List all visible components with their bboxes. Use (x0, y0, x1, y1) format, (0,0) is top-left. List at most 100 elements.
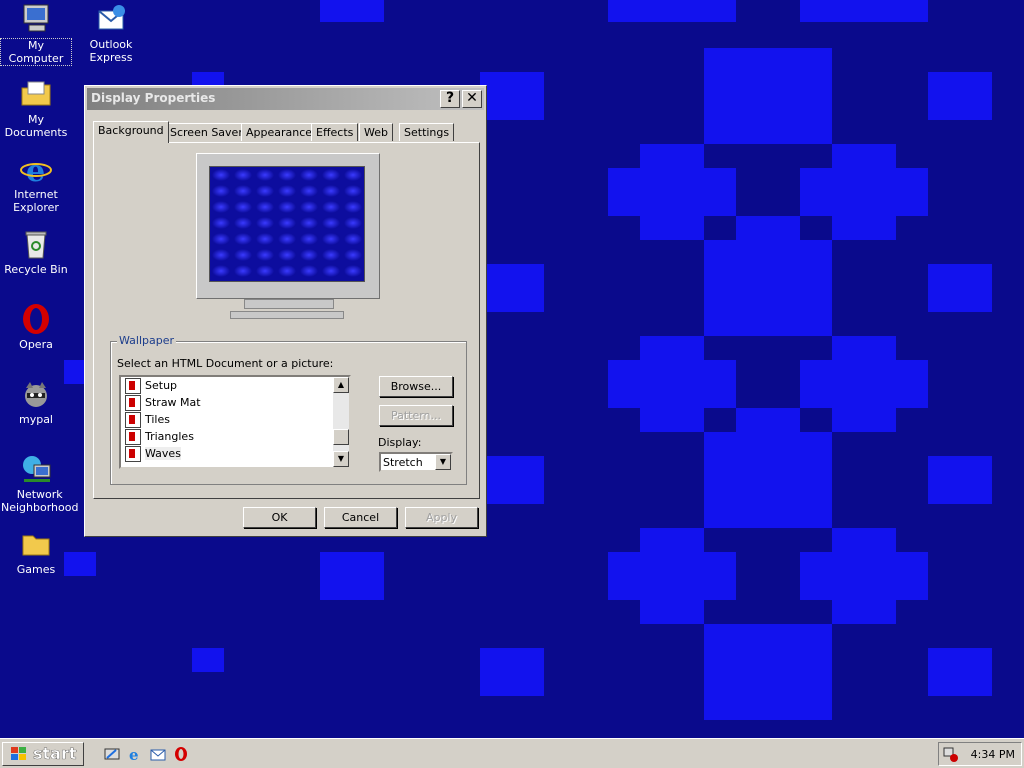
svg-text:e: e (129, 746, 139, 762)
show-desktop-icon[interactable] (104, 746, 120, 762)
start-button[interactable]: start (2, 742, 84, 766)
desktop-icon-label: Outlook Express (89, 38, 133, 64)
desktop-icon-label: Games (16, 563, 56, 576)
display-label: Display: (378, 436, 422, 449)
desktop-icon-my-computer[interactable]: My Computer (0, 3, 72, 66)
list-item[interactable]: Straw Mat (121, 394, 349, 411)
start-label: start (33, 744, 77, 763)
tab-effects[interactable]: Effects (311, 123, 359, 141)
opera-icon (20, 303, 52, 335)
wallpaper-preview (209, 166, 365, 282)
wallpaper-block (320, 552, 384, 600)
tab-appearance[interactable]: Appearance (241, 123, 318, 141)
monitor-preview (196, 153, 380, 319)
raccoon-icon (20, 378, 52, 410)
scroll-down-icon[interactable]: ▼ (333, 451, 349, 467)
desktop-icon-label: Opera (19, 338, 53, 351)
desktop-icon-label: Recycle Bin (4, 263, 68, 276)
list-item-selected[interactable]: Waves (121, 445, 349, 462)
windows-flag-icon (11, 747, 26, 760)
wallpaper-listbox[interactable]: Setup Straw Mat Tiles Triangles Waves ▲ … (119, 375, 351, 469)
desktop-icon-label: Internet Explorer (13, 188, 59, 214)
html-document-icon (125, 446, 141, 462)
wallpaper-block (608, 552, 736, 600)
html-document-icon (125, 378, 141, 394)
wallpaper-block (608, 360, 736, 408)
desktop-icon-internet-explorer[interactable]: e Internet Explorer (0, 153, 72, 214)
svg-text:e: e (26, 154, 45, 185)
desktop-icon-mypal[interactable]: mypal (0, 378, 72, 426)
wallpaper-block (928, 72, 992, 120)
desktop-icon-label: My Computer (0, 38, 72, 66)
desktop-icon-opera[interactable]: Opera (0, 303, 72, 351)
opera-icon[interactable] (173, 746, 189, 762)
desktop-icon-recycle-bin[interactable]: Recycle Bin (0, 228, 72, 276)
desktop-icon-my-documents[interactable]: My Documents (0, 78, 72, 139)
display-dropdown[interactable]: Stretch ▼ (379, 452, 453, 472)
desktop-icon-label: mypal (18, 413, 53, 426)
desktop-icon-games[interactable]: Games (0, 528, 72, 576)
display-dropdown-value: Stretch (383, 456, 423, 469)
vertical-scrollbar[interactable]: ▲ ▼ (333, 377, 349, 467)
html-document-icon (125, 395, 141, 411)
tab-web[interactable]: Web (359, 123, 393, 141)
wallpaper-block (704, 432, 832, 528)
cancel-button[interactable]: Cancel (324, 507, 397, 528)
recycle-bin-icon (20, 228, 52, 260)
pattern-button[interactable]: Pattern... (379, 405, 453, 426)
wallpaper-group-label: Wallpaper (117, 334, 177, 347)
html-document-icon (125, 412, 141, 428)
internet-explorer-icon: e (20, 153, 52, 189)
computer-icon (20, 3, 52, 35)
wallpaper-block (832, 336, 896, 432)
select-wallpaper-label: Select an HTML Document or a picture: (117, 357, 334, 370)
wallpaper-block (480, 456, 544, 504)
waves-preview-pattern (210, 167, 364, 281)
wallpaper-block (832, 528, 896, 624)
folder-icon (20, 528, 52, 560)
wallpaper-block (928, 264, 992, 312)
ie-icon[interactable]: e (127, 746, 143, 762)
wallpaper-block (736, 408, 800, 432)
taskbar: start e 4:34 PM (0, 738, 1024, 768)
ok-button[interactable]: OK (243, 507, 316, 528)
list-item[interactable]: Triangles (121, 428, 349, 445)
browse-button[interactable]: Browse... (379, 376, 453, 397)
desktop-icon-outlook-express[interactable]: Outlook Express (75, 3, 147, 64)
tab-settings[interactable]: Settings (399, 123, 455, 141)
wallpaper-block (736, 216, 800, 240)
scroll-thumb[interactable] (333, 429, 349, 445)
monitor-base (230, 311, 344, 319)
system-tray: 4:34 PM (938, 742, 1022, 766)
wallpaper-block (480, 72, 544, 120)
list-item[interactable]: Tiles (121, 411, 349, 428)
wallpaper-block (928, 648, 992, 696)
wallpaper-block (832, 144, 896, 240)
list-item[interactable]: Setup (121, 377, 349, 394)
wallpaper-block (320, 0, 384, 22)
tab-background[interactable]: Background (93, 121, 169, 143)
wallpaper-block (608, 0, 736, 22)
chevron-down-icon[interactable]: ▼ (435, 454, 451, 470)
wallpaper-block (704, 240, 832, 336)
monitor-stand (244, 299, 334, 309)
close-button[interactable]: ✕ (462, 90, 482, 108)
help-button[interactable]: ? (440, 90, 460, 108)
tab-screen-saver[interactable]: Screen Saver (165, 123, 248, 141)
desktop-icon-label: My Documents (4, 113, 68, 139)
desktop-icon-network-neighborhood[interactable]: Network Neighborhood (0, 453, 78, 514)
scroll-up-icon[interactable]: ▲ (333, 377, 349, 393)
wallpaper-block (704, 48, 832, 72)
outlook-express-icon (95, 3, 127, 35)
network-status-icon[interactable] (943, 747, 959, 763)
wallpaper-block (704, 72, 832, 144)
outlook-icon[interactable] (150, 746, 166, 762)
monitor-body (196, 153, 380, 299)
apply-button[interactable]: Apply (405, 507, 478, 528)
title-bar[interactable]: Display Properties ? ✕ (87, 88, 484, 110)
html-document-icon (125, 429, 141, 445)
display-properties-dialog: Display Properties ? ✕ Background Screen… (84, 85, 487, 537)
wallpaper-block (480, 648, 544, 696)
wallpaper-block (608, 168, 736, 216)
clock[interactable]: 4:34 PM (971, 748, 1015, 761)
